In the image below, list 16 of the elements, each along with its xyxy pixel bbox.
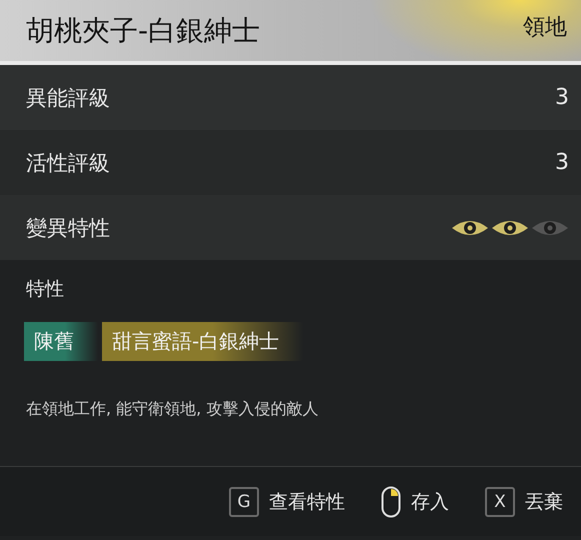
stat-value: 3 [555,85,569,110]
item-title: 胡桃夾子-白銀紳士 [26,12,260,48]
key-hint: X [485,486,515,516]
key-hint: G [229,486,259,516]
stat-label: 異能評級 [26,84,110,112]
action-label[interactable]: 存入 [411,488,449,514]
mouse-icon [381,486,401,518]
section-heading: 特性 [26,277,65,302]
stat-label: 變異特性 [26,214,110,242]
stat-value: 3 [555,150,569,175]
trait-tag: 陳舊 [24,322,98,361]
category-label: 領地 [523,14,567,42]
stat-label: 活性評級 [26,150,110,176]
action-label[interactable]: 查看特性 [269,488,345,514]
action-label[interactable]: 丟棄 [525,488,563,514]
description: 在領地工作, 能守衛領地, 攻擊入侵的敵人 [26,399,320,420]
